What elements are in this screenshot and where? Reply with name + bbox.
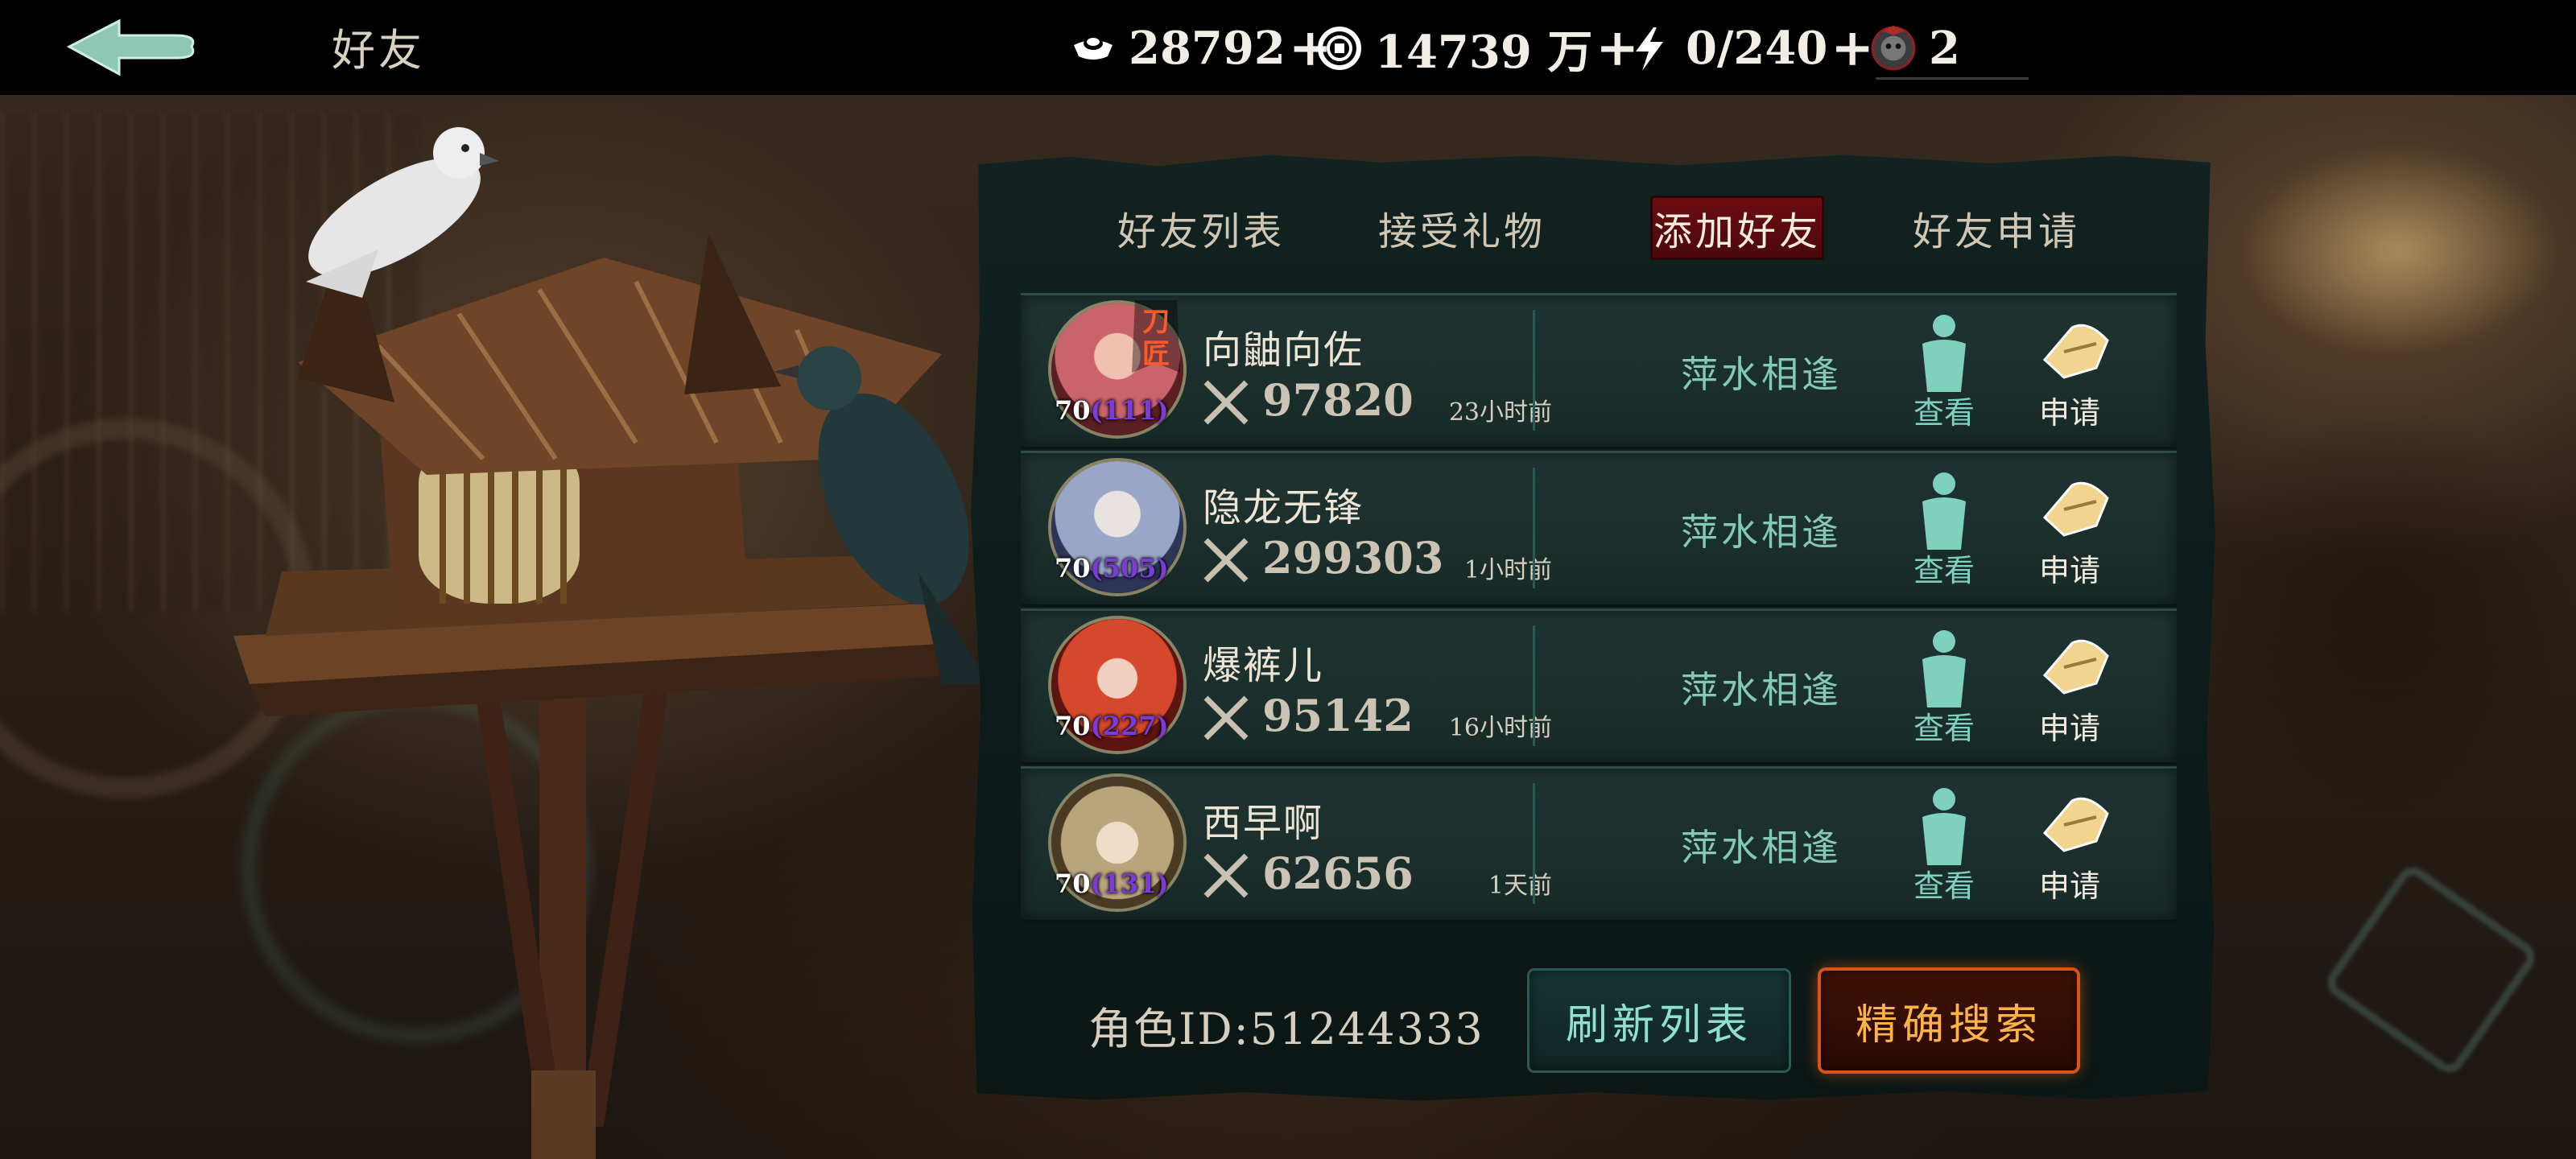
svg-text:匠: 匠 <box>1142 338 1170 370</box>
resource-stamina[interactable]: 0/240 + <box>1626 16 1874 80</box>
friend-name: 向鼬向佐 <box>1203 328 1364 373</box>
friend-name: 爆裤儿 <box>1203 643 1324 688</box>
salute-hands-icon <box>2042 324 2109 379</box>
person-icon <box>1922 630 1966 707</box>
back-arrow-icon[interactable] <box>63 14 200 82</box>
friend-row: 70(131) 西早啊 62656 1天前 萍水相逢 查看 申请 <box>1021 766 2177 922</box>
token-value: 2 <box>1929 22 1960 75</box>
view-button[interactable]: 查看 <box>1900 469 1988 590</box>
view-label: 查看 <box>1913 868 1975 904</box>
stamina-value: 0/240 <box>1686 22 1828 75</box>
apply-label: 申请 <box>2038 868 2100 904</box>
apply-label: 申请 <box>2038 711 2100 746</box>
stamina-plus[interactable]: + <box>1831 23 1874 74</box>
apply-button[interactable]: 申请 <box>2025 311 2114 432</box>
resource-silver[interactable]: 28792 + <box>1069 16 1331 80</box>
svg-text:刀: 刀 <box>1142 306 1170 338</box>
salute-hands-icon <box>2042 481 2109 537</box>
level-label: 70(131) <box>1055 868 1169 899</box>
tab-friend-list[interactable]: 好友列表 <box>1113 196 1290 260</box>
apply-button[interactable]: 申请 <box>2025 469 2114 590</box>
resource-coin[interactable]: 14739 万 + <box>1315 16 1639 80</box>
last-online: 16小时前 <box>1448 714 1552 742</box>
title-badge: 刀 匠 <box>1132 300 1180 373</box>
level-label: 70(227) <box>1055 711 1169 741</box>
person-icon <box>1922 315 1966 392</box>
view-button[interactable]: 查看 <box>1900 311 1988 432</box>
view-label: 查看 <box>1913 711 1975 746</box>
salute-hands-icon <box>2042 639 2109 695</box>
combat-power: 62656 <box>1262 848 1414 899</box>
salute-hands-icon <box>2042 797 2109 852</box>
silver-value: 28792 <box>1129 22 1286 75</box>
last-online: 1小时前 <box>1463 556 1552 584</box>
friend-row: 刀 匠 70(111) 向鼬向佐 97820 23小时前 萍水相逢 查看 申请 <box>1021 293 2177 449</box>
birdhouse-illustration <box>233 127 990 1159</box>
crossed-swords-icon <box>1203 538 1249 583</box>
combat-power: 97820 <box>1262 374 1414 426</box>
tab-bar: 好友列表 接受礼物 添加好友 好友申请 <box>971 181 2215 270</box>
exact-search-button[interactable]: 精确搜索 <box>1821 971 2077 1070</box>
crossed-swords-icon <box>1203 380 1249 425</box>
row-divider <box>1533 468 1535 588</box>
crossed-swords-icon <box>1203 853 1249 898</box>
view-button[interactable]: 查看 <box>1900 785 1988 905</box>
coin-value: 14739 万 <box>1375 25 1593 79</box>
page-title: 好友 <box>332 25 425 76</box>
view-label: 查看 <box>1913 395 1975 431</box>
view-label: 查看 <box>1913 553 1975 588</box>
view-button[interactable]: 查看 <box>1900 627 1988 748</box>
background-scroll-icon <box>2321 860 2541 1079</box>
last-online: 1天前 <box>1488 872 1552 900</box>
apply-button[interactable]: 申请 <box>2025 627 2114 748</box>
row-divider <box>1533 783 1535 904</box>
level-label: 70(505) <box>1055 553 1169 584</box>
crossed-swords-icon <box>1203 695 1249 740</box>
background-light <box>2238 145 2560 354</box>
tab-receive-gifts[interactable]: 接受礼物 <box>1373 196 1550 260</box>
coin-icon <box>1318 27 1361 70</box>
last-online: 23小时前 <box>1448 398 1552 427</box>
lightning-icon <box>1636 27 1663 71</box>
background-shadow <box>2190 402 2576 821</box>
friend-row: 70(227) 爆裤儿 95142 16小时前 萍水相逢 查看 申请 <box>1021 608 2177 765</box>
level-label: 70(111) <box>1055 395 1169 426</box>
apply-label: 申请 <box>2038 553 2100 588</box>
friend-row: 70(505) 隐龙无锋 299303 1小时前 萍水相逢 查看 申请 <box>1021 451 2177 607</box>
apply-label: 申请 <box>2038 395 2100 431</box>
person-icon <box>1922 472 1966 550</box>
tab-friend-requests[interactable]: 好友申请 <box>1908 196 2085 260</box>
refresh-list-button[interactable]: 刷新列表 <box>1530 971 1789 1070</box>
top-bar: 好友 28792 + 14739 万 + 0/240 + 2 <box>0 0 2576 95</box>
friend-name: 隐龙无锋 <box>1203 485 1364 530</box>
friend-name: 西早啊 <box>1203 801 1324 846</box>
tab-add-friend[interactable]: 添加好友 <box>1650 196 1824 260</box>
resource-underline <box>1876 77 2029 80</box>
row-divider <box>1533 625 1535 746</box>
combat-power: 95142 <box>1262 690 1414 741</box>
mask-token-icon <box>1871 25 1916 71</box>
resource-token[interactable]: 2 <box>1869 16 1960 80</box>
apply-button[interactable]: 申请 <box>2025 785 2114 905</box>
silver-ingot-icon <box>1074 37 1113 60</box>
row-divider <box>1533 310 1535 431</box>
person-icon <box>1922 788 1966 865</box>
role-id: 角色ID:51244333 <box>1088 1004 1484 1054</box>
